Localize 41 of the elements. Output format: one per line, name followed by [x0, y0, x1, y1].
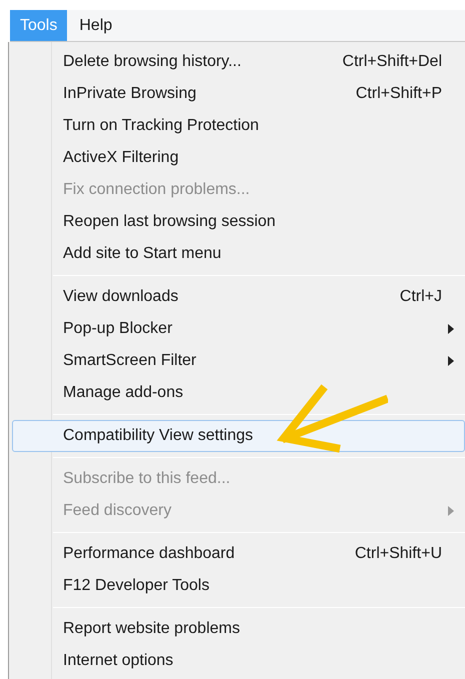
- menu-item[interactable]: Manage add-ons: [12, 377, 465, 409]
- menu-item-label: View downloads: [63, 287, 178, 307]
- menu-item[interactable]: InPrivate Browsing Ctrl+Shift+P: [12, 78, 465, 110]
- menu-item-label: Internet options: [63, 651, 174, 671]
- submenu-arrow-icon: [448, 356, 454, 366]
- menu-item-label: Compatibility View settings: [63, 426, 254, 446]
- menu-item[interactable]: Turn on Tracking Protection: [12, 110, 465, 142]
- menu-item-label: Pop-up Blocker: [63, 319, 172, 339]
- menu-item-label: Add site to Start menu: [63, 244, 222, 264]
- menu-item-label: SmartScreen Filter: [63, 351, 196, 371]
- menu-item-label: Turn on Tracking Protection: [63, 116, 259, 136]
- menu-item-label: F12 Developer Tools: [63, 576, 210, 596]
- menu-item-label: Feed discovery: [63, 501, 172, 521]
- menu-item-label: ActiveX Filtering: [63, 148, 179, 168]
- menu-item[interactable]: SmartScreen Filter: [12, 345, 465, 377]
- menu-item-label: Fix connection problems...: [63, 180, 250, 200]
- menu-item[interactable]: Performance dashboard Ctrl+Shift+U: [12, 538, 465, 570]
- menu-item-label: InPrivate Browsing: [63, 84, 196, 104]
- menu-item-label: Delete browsing history...: [63, 52, 242, 72]
- menu-item[interactable]: Report website problems: [12, 613, 465, 645]
- menu-item[interactable]: View downloads Ctrl+J: [12, 281, 465, 313]
- menu-item-label: Subscribe to this feed...: [63, 469, 230, 489]
- menu-bar-item[interactable]: Help: [67, 10, 124, 41]
- menu-item-label: Manage add-ons: [63, 383, 184, 403]
- shortcut-label: Ctrl+Shift+P: [356, 84, 442, 104]
- shortcut-label: Ctrl+Shift+U: [354, 544, 442, 564]
- submenu-arrow-icon: [448, 324, 454, 334]
- menu-item[interactable]: ActiveX Filtering: [12, 142, 465, 174]
- menu-item[interactable]: F12 Developer Tools: [12, 570, 465, 602]
- menu-item[interactable]: Delete browsing history... Ctrl+Shift+Del: [12, 46, 465, 78]
- shortcut-label: Ctrl+Shift+Del: [342, 52, 442, 72]
- menu-item[interactable]: Pop-up Blocker: [12, 313, 465, 345]
- submenu-arrow-icon: [448, 506, 454, 516]
- menu-item-label: Performance dashboard: [63, 544, 235, 564]
- menu-item[interactable]: Add site to Start menu: [12, 238, 465, 270]
- menu-item-label: Report website problems: [63, 619, 240, 639]
- menu-item[interactable]: Compatibility View settings: [12, 420, 465, 452]
- menu-item[interactable]: Reopen last browsing session: [12, 206, 465, 238]
- shortcut-label: Ctrl+J: [400, 287, 442, 307]
- menu-item[interactable]: Internet options: [12, 645, 465, 677]
- menu-item-label: Reopen last browsing session: [63, 212, 276, 232]
